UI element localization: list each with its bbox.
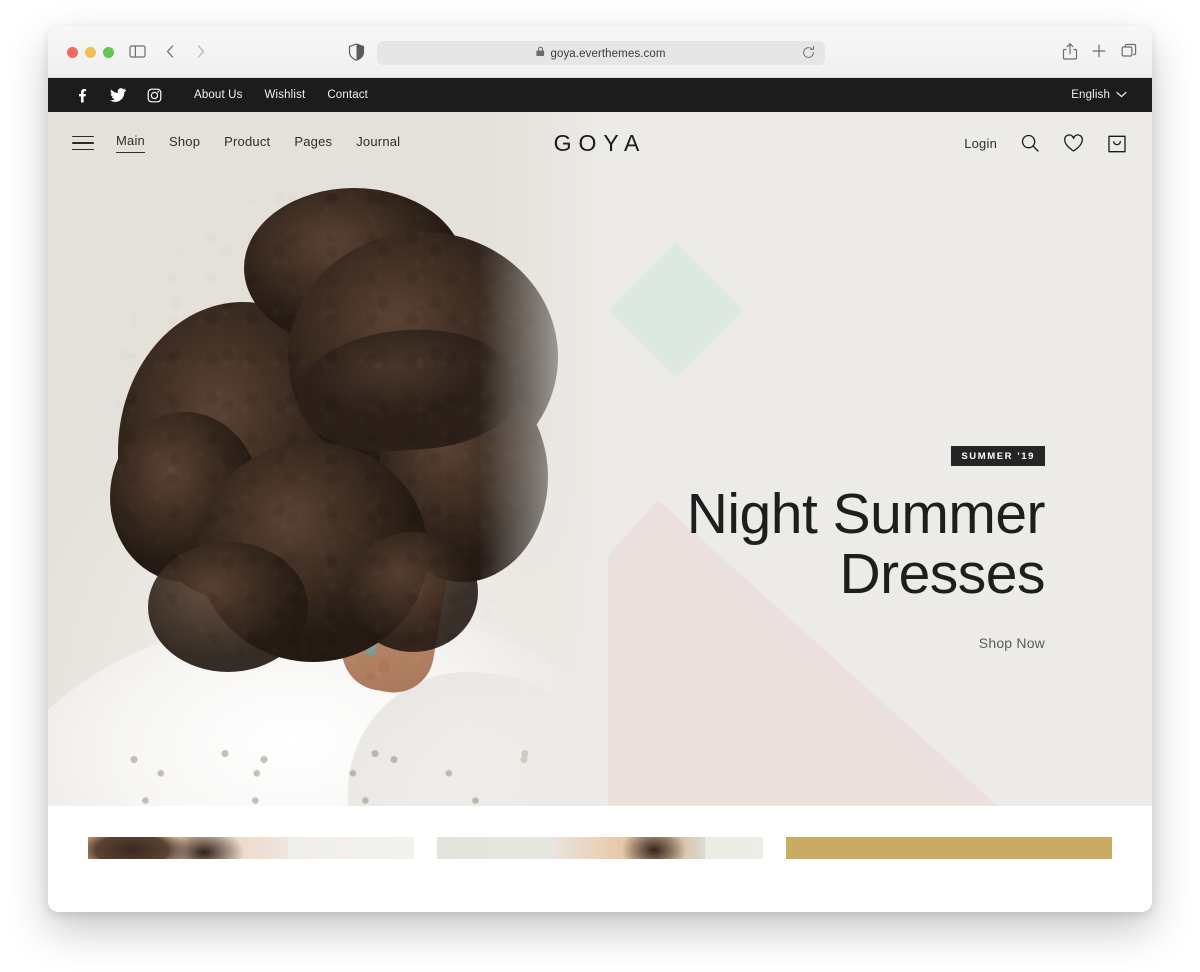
photo-edge-fade [478,112,608,859]
url-text: goya.everthemes.com [536,46,665,60]
sidebar-toggle-icon[interactable] [128,42,147,66]
product-image [555,837,705,859]
utility-topbar: About Us Wishlist Contact English [48,78,1152,112]
tab-overview-icon[interactable] [1120,42,1138,65]
nav-item-pages[interactable]: Pages [294,134,332,153]
shopping-bag-icon[interactable] [1107,133,1127,154]
language-selector[interactable]: English [1071,89,1127,101]
privacy-shield-icon[interactable] [348,43,365,66]
lock-icon [536,46,545,57]
nav-item-main[interactable]: Main [116,133,145,153]
hero-title-line-1: Night Summer [686,482,1046,546]
reload-icon[interactable] [801,45,816,65]
login-link[interactable]: Login [964,136,997,151]
url-hostname: goya.everthemes.com [550,48,666,60]
topbar-link-wishlist[interactable]: Wishlist [265,89,306,101]
product-card[interactable] [88,837,414,859]
browser-toolbar: goya.everthemes.com [48,26,1152,78]
instagram-icon[interactable] [147,88,162,103]
hero-banner: Main Shop Product Pages Journal GOYA Log… [48,112,1152,859]
season-badge: SUMMER '19 [951,446,1045,466]
twitter-icon[interactable] [110,88,126,102]
hero-title: Night Summer Dresses [625,482,1046,607]
share-icon[interactable] [1061,42,1079,66]
hamburger-menu-icon[interactable] [72,131,94,156]
browser-back-button[interactable] [161,42,180,66]
main-navigation: Main Shop Product Pages Journal [116,133,400,153]
hero-title-line-2: Dresses [839,542,1045,607]
topbar-link-contact[interactable]: Contact [327,89,368,101]
decorative-mint-diamond [608,242,744,378]
window-close-button[interactable] [67,47,78,58]
facebook-icon[interactable] [74,88,89,103]
model-hair-volume [148,542,308,672]
product-card[interactable] [437,837,763,859]
address-bar[interactable]: goya.everthemes.com [377,41,825,65]
nav-item-product[interactable]: Product [224,134,270,153]
chevron-down-icon [1116,89,1127,101]
product-cards-strip [48,806,1152,859]
window-minimize-button[interactable] [85,47,96,58]
product-card[interactable] [786,837,1112,859]
site-logo[interactable]: GOYA [530,130,670,157]
model-hair-volume [348,532,478,652]
hero-model-photo [48,112,608,859]
window-maximize-button[interactable] [103,47,114,58]
nav-item-journal[interactable]: Journal [356,134,400,153]
topbar-link-about-us[interactable]: About Us [194,89,243,101]
website-viewport: About Us Wishlist Contact English Main S… [48,78,1152,912]
site-header: Main Shop Product Pages Journal GOYA Log… [48,112,1152,174]
browser-forward-button[interactable] [191,42,210,66]
new-tab-plus-icon[interactable] [1090,42,1108,65]
product-image [88,837,288,859]
language-label: English [1071,89,1110,101]
browser-window: goya.everthemes.com About Us Wishlist Co… [48,26,1152,912]
topbar-links: About Us Wishlist Contact [194,89,390,101]
shop-now-link[interactable]: Shop Now [979,635,1045,651]
hero-copy: SUMMER '19 Night Summer Dresses Shop Now [625,446,1046,653]
nav-item-shop[interactable]: Shop [169,134,200,153]
search-icon[interactable] [1020,133,1040,153]
wishlist-heart-icon[interactable] [1063,133,1084,153]
header-actions: Login [964,133,1127,154]
